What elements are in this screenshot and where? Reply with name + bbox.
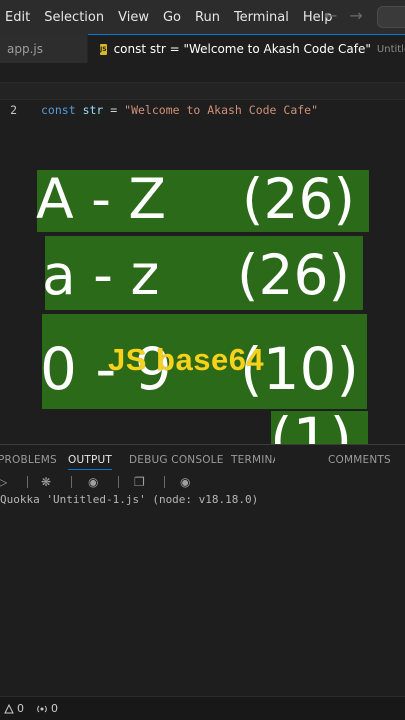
status-problems[interactable]: 0: [4, 702, 24, 715]
tab-terminal[interactable]: TERMINAL: [231, 451, 275, 469]
string-literal: "Welcome to Akash Code Cafe": [124, 103, 319, 117]
tab-comments[interactable]: COMMENTS: [328, 451, 391, 469]
menu-edit[interactable]: Edit: [0, 10, 30, 25]
run-icon[interactable]: ▷: [0, 475, 7, 489]
bug-icon[interactable]: ◉: [88, 475, 98, 489]
code-line-current[interactable]: 2: [0, 82, 405, 117]
record-icon[interactable]: ◉: [180, 475, 190, 489]
tab-untitled-1[interactable]: JS const str = "Welcome to Akash Code Ca…: [88, 34, 405, 63]
toolbar-divider: [164, 476, 165, 488]
broadcast-icon: [37, 705, 47, 712]
warning-icon: [4, 703, 14, 713]
tab-app-js[interactable]: app.js: [0, 34, 88, 63]
line-number: 2: [10, 103, 17, 117]
arrow-left-icon[interactable]: ←: [324, 6, 337, 25]
debug-icon[interactable]: ❋: [41, 475, 51, 489]
menu-run[interactable]: Run: [187, 10, 220, 25]
status-bar: 0 0: [0, 696, 405, 720]
menu-terminal[interactable]: Terminal: [226, 10, 289, 25]
variable: str: [82, 103, 104, 117]
tab-description: Untitled-1: [376, 43, 405, 55]
bottom-panel: PROBLEMS OUTPUT DEBUG CONSOLE TERMINAL C…: [0, 444, 405, 696]
panel-tab-bar: PROBLEMS OUTPUT DEBUG CONSOLE TERMINAL C…: [0, 451, 405, 473]
overlay-range-uppercase: A - Z: [36, 167, 167, 231]
javascript-file-icon: JS: [100, 43, 107, 55]
menu-selection[interactable]: Selection: [36, 10, 104, 25]
navigation-arrows: ← →: [324, 6, 363, 25]
status-ports[interactable]: 0: [36, 702, 58, 715]
menu-view[interactable]: View: [110, 10, 149, 25]
code-line: 1 const str = "Welcome to Akash Code Caf…: [0, 65, 405, 117]
status-warning-count: 0: [51, 702, 58, 715]
tab-output[interactable]: OUTPUT: [68, 451, 112, 470]
command-center[interactable]: [377, 6, 405, 28]
tab-label: app.js: [7, 41, 43, 56]
copy-icon[interactable]: ❐: [134, 475, 145, 489]
menu-bar: Edit Selection View Go Run Terminal Help…: [0, 0, 405, 34]
menu-go[interactable]: Go: [155, 10, 181, 25]
overlay-title: JS base64: [108, 342, 265, 377]
overlay-range-lowercase: a - z: [42, 243, 160, 307]
status-error-count: 0: [17, 702, 24, 715]
keyword: const: [41, 103, 76, 117]
overlay-count-lowercase: (26): [237, 243, 350, 307]
editor-tab-bar: app.js JS const str = "Welcome to Akash …: [0, 34, 405, 63]
tab-problems[interactable]: PROBLEMS: [0, 451, 57, 469]
toolbar-divider: [118, 476, 119, 488]
tab-label: const str = "Welcome to Akash Code Cafe": [113, 42, 371, 56]
toolbar-divider: [27, 476, 28, 488]
arrow-right-icon[interactable]: →: [349, 6, 362, 25]
tab-debug-console[interactable]: DEBUG CONSOLE: [129, 451, 224, 469]
code-content[interactable]: const str = "Welcome to Akash Code Cafe": [41, 101, 318, 119]
overlay-count-uppercase: (26): [242, 167, 355, 231]
panel-toolbar: ▷ ❋ ◉ ❐ ◉: [0, 473, 405, 493]
operator: =: [110, 103, 118, 117]
toolbar-divider: [71, 476, 72, 488]
output-text: Quokka 'Untitled-1.js' (node: v18.18.0): [0, 493, 259, 506]
